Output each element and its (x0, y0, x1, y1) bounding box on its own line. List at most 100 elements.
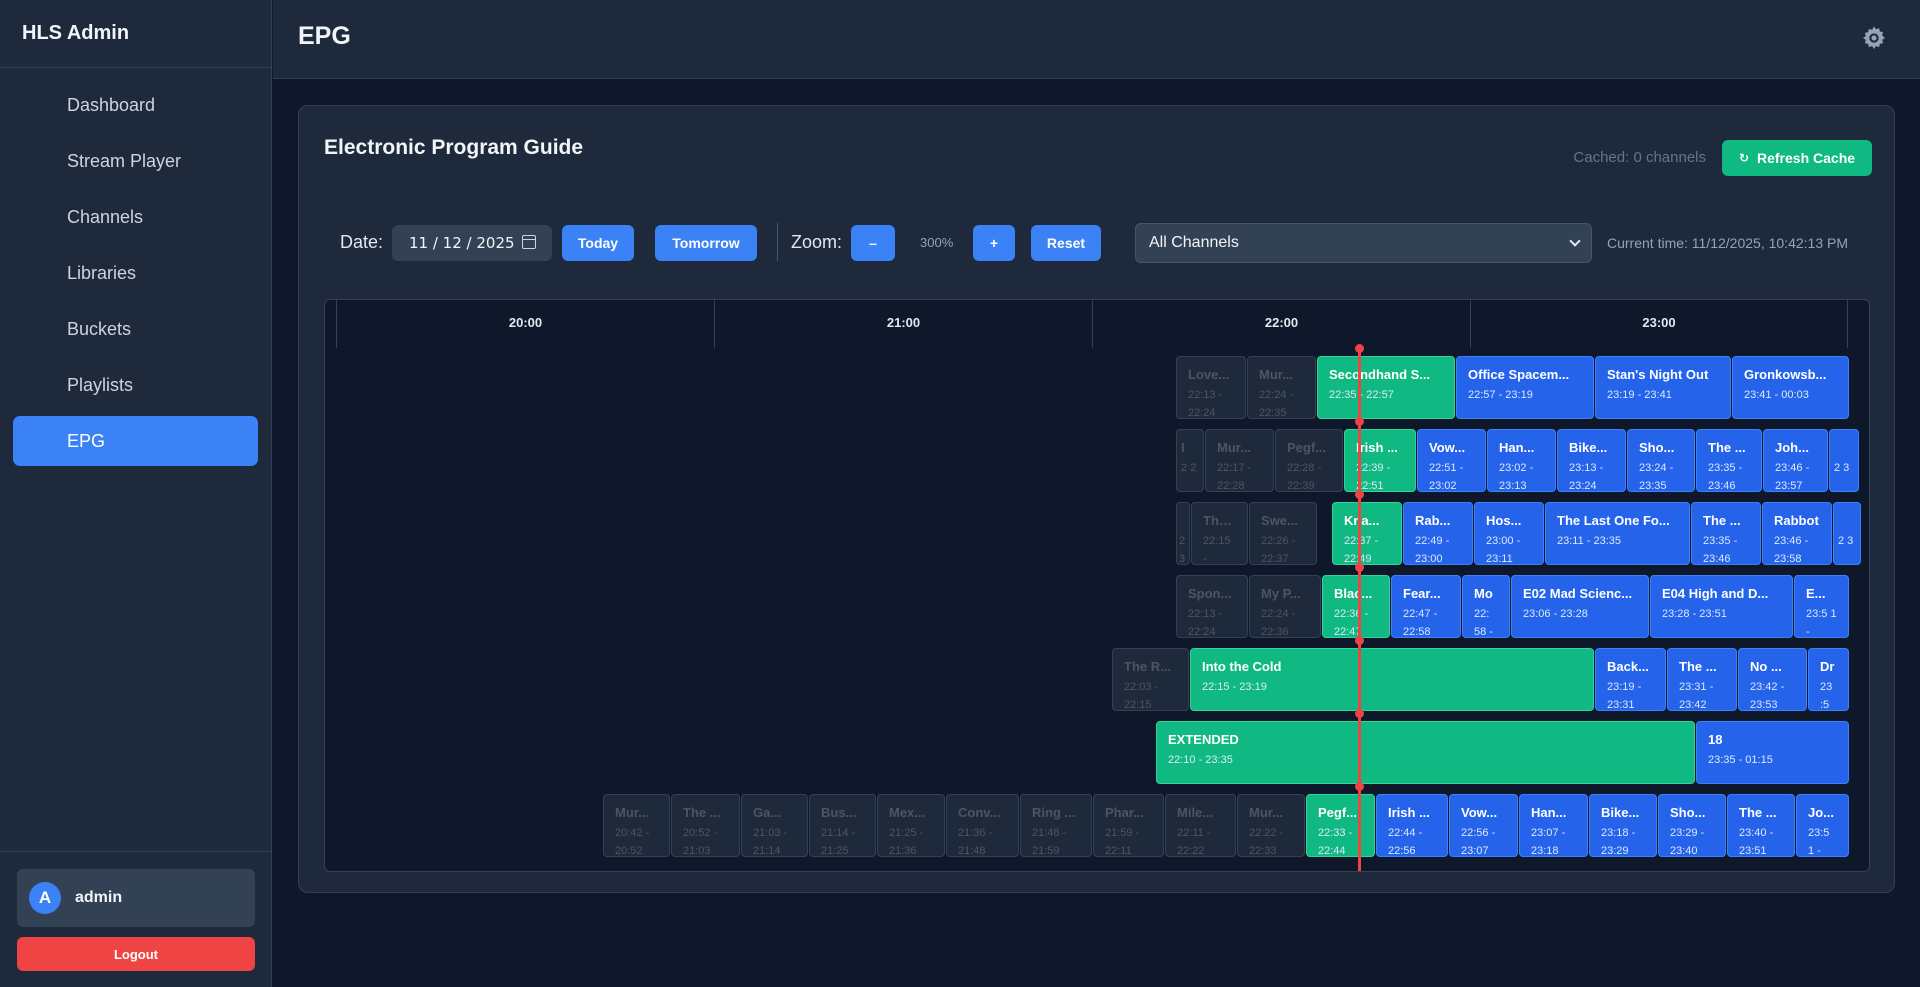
program-block[interactable]: Mur... 22:24 - 22:35 (1247, 356, 1316, 419)
program-block[interactable]: Fear... 22:47 - 22:58 (1391, 575, 1461, 638)
program-block[interactable]: Jo... 23:5 1 - (1796, 794, 1849, 857)
program-block[interactable]: 2 3 (1829, 429, 1859, 492)
current-time: Current time: 11/12/2025, 10:42:13 PM (1607, 235, 1848, 251)
program-block[interactable]: Mo 22: 58 - (1462, 575, 1510, 638)
program-block[interactable]: My P... 22:24 - 22:36 (1249, 575, 1321, 638)
program-block[interactable]: Sho... 23:24 - 23:35 (1627, 429, 1695, 492)
program-block[interactable]: 2 3 (1176, 502, 1190, 565)
program-block[interactable]: Mur... 22:22 - 22:33 (1237, 794, 1305, 857)
program-block[interactable]: Gronkowsb... 23:41 - 00:03 (1732, 356, 1849, 419)
program-block[interactable]: Stan's Night Out 23:19 - 23:41 (1595, 356, 1731, 419)
program-block[interactable]: Han... 23:02 - 23:13 (1487, 429, 1556, 492)
program-block[interactable]: Office Spacem... 22:57 - 23:19 (1456, 356, 1594, 419)
program-block[interactable]: The R... 22:03 - 22:15 (1112, 648, 1189, 711)
program-block[interactable]: Rab... 22:49 - 23:00 (1403, 502, 1473, 565)
program-block[interactable]: Into the Cold 22:15 - 23:19 (1190, 648, 1594, 711)
epg-controls: Date: 11 / 12 / 2025 Today Tomorrow Zoom… (299, 223, 1894, 263)
logout-button[interactable]: Logout (17, 937, 255, 971)
current-time-marker (1355, 344, 1364, 353)
zoom-label: Zoom: (791, 232, 843, 252)
program-block[interactable]: Love... 22:13 - 22:24 (1176, 356, 1246, 419)
chevron-down-icon (1569, 235, 1581, 247)
sidebar-item-playlists[interactable]: Playlists (13, 360, 258, 410)
sidebar-item-buckets[interactable]: Buckets (13, 304, 258, 354)
program-block[interactable]: Pegf... 22:33 - 22:44 (1306, 794, 1375, 857)
program-block[interactable]: Rabbot 23:46 - 23:58 (1762, 502, 1832, 565)
program-block[interactable]: Swe... 22:26 - 22:37 (1249, 502, 1317, 565)
program-block[interactable]: Phar... 21:59 - 22:11 (1093, 794, 1164, 857)
program-block[interactable]: Blac... 22:36 - 22:47 (1322, 575, 1390, 638)
date-input[interactable]: 11 / 12 / 2025 (392, 225, 552, 261)
program-block[interactable]: EXTENDED 22:10 - 23:35 (1156, 721, 1695, 784)
program-block[interactable]: Ring ... 21:48 - 21:59 (1020, 794, 1092, 857)
program-block[interactable]: Vow... 22:56 - 23:07 (1449, 794, 1518, 857)
current-time-marker (1355, 417, 1364, 426)
program-block[interactable]: Spon... 22:13 - 22:24 (1176, 575, 1248, 638)
user-panel: A admin Logout (0, 851, 272, 987)
sidebar-item-dashboard[interactable]: Dashboard (13, 80, 258, 130)
avatar: A (29, 882, 61, 914)
program-block[interactable]: Dr 23 :5 (1808, 648, 1849, 711)
hour-label: 21:00 (714, 300, 1092, 348)
program-block[interactable]: Sho... 23:29 - 23:40 (1658, 794, 1726, 857)
current-time-line (1358, 348, 1361, 871)
app-title: HLS Admin (0, 0, 271, 68)
program-block[interactable]: Pegf... 22:28 - 22:39 (1275, 429, 1343, 492)
program-block[interactable]: The ...22:15 - 22:26 (1191, 502, 1248, 565)
program-block[interactable]: No ... 23:42 - 23:53 (1738, 648, 1807, 711)
cache-status: Cached: 0 channels (1573, 149, 1706, 166)
gear-icon[interactable] (1860, 24, 1888, 52)
date-value: 11 / 12 / 2025 (409, 234, 515, 252)
program-block[interactable]: Bike... 23:13 - 23:24 (1557, 429, 1626, 492)
zoom-in-button[interactable]: + (973, 225, 1015, 261)
program-block[interactable]: Mile... 22:11 - 22:22 (1165, 794, 1236, 857)
channel-select-value: All Channels (1149, 234, 1239, 251)
card-title: Electronic Program Guide (324, 136, 584, 159)
program-block[interactable]: E04 High and D... 23:28 - 23:51 (1650, 575, 1793, 638)
program-block[interactable]: Secondhand S... 22:35 - 22:57 (1317, 356, 1455, 419)
program-block[interactable]: 2 3 (1833, 502, 1861, 565)
program-block[interactable]: The ... 23:31 - 23:42 (1667, 648, 1737, 711)
zoom-out-button[interactable]: – (851, 225, 895, 261)
program-block[interactable]: Back... 23:19 - 23:31 (1595, 648, 1666, 711)
program-block[interactable]: Conv... 21:36 - 21:48 (946, 794, 1019, 857)
user-card: A admin (17, 869, 255, 927)
sidebar-nav: Dashboard Stream Player Channels Librari… (0, 68, 271, 466)
program-block[interactable]: Vow... 22:51 - 23:02 (1417, 429, 1486, 492)
program-block[interactable]: The ... 23:35 - 23:46 (1691, 502, 1761, 565)
program-block[interactable]: Irish ... 22:39 - 22:51 (1344, 429, 1416, 492)
sidebar-item-libraries[interactable]: Libraries (13, 248, 258, 298)
hour-label: 23:00 (1470, 300, 1848, 348)
tomorrow-button[interactable]: Tomorrow (655, 225, 757, 261)
program-block[interactable]: The ... 23:40 - 23:51 (1727, 794, 1795, 857)
program-block[interactable]: Bike... 23:18 - 23:29 (1589, 794, 1657, 857)
channel-select[interactable]: All Channels (1135, 223, 1592, 263)
program-block[interactable]: 18 23:35 - 01:15 (1696, 721, 1849, 784)
program-block[interactable]: The ... 20:52 - 21:03 (671, 794, 740, 857)
program-block[interactable]: Han... 23:07 - 23:18 (1519, 794, 1588, 857)
sidebar-item-epg[interactable]: EPG (13, 416, 258, 466)
refresh-cache-label: Refresh Cache (1757, 150, 1856, 166)
program-block[interactable]: Irish ... 22:44 - 22:56 (1376, 794, 1448, 857)
sidebar-item-stream-player[interactable]: Stream Player (13, 136, 258, 186)
program-block[interactable]: Mex... 21:25 - 21:36 (877, 794, 945, 857)
program-block[interactable]: E... 23:5 1 - (1794, 575, 1849, 638)
epg-grid[interactable]: 20:00 21:00 22:00 23:00 Love... 22:13 - 2… (324, 299, 1870, 872)
program-block[interactable]: Ga... 21:03 - 21:14 (741, 794, 808, 857)
program-block[interactable]: The ... 23:35 - 23:46 (1696, 429, 1762, 492)
program-block[interactable]: The Last One Fo... 23:11 - 23:35 (1545, 502, 1690, 565)
program-block[interactable]: Mur... 20:42 - 20:52 (603, 794, 670, 857)
program-block[interactable]: Bus... 21:14 - 21:25 (809, 794, 876, 857)
calendar-icon[interactable] (522, 235, 536, 249)
program-block[interactable]: Joh... 23:46 - 23:57 (1763, 429, 1828, 492)
sidebar-item-channels[interactable]: Channels (13, 192, 258, 242)
program-block[interactable]: Kna...22:37 - 22:49 (1332, 502, 1402, 565)
user-name: admin (75, 889, 123, 906)
program-block[interactable]: Mur... 22:17 - 22:28 (1205, 429, 1274, 492)
today-button[interactable]: Today (562, 225, 634, 261)
program-block[interactable]: Hos... 23:00 - 23:11 (1474, 502, 1544, 565)
program-block[interactable]: E02 Mad Scienc... 23:06 - 23:28 (1511, 575, 1649, 638)
program-block[interactable]: I2 2 (1176, 429, 1204, 492)
reset-zoom-button[interactable]: Reset (1031, 225, 1101, 261)
refresh-cache-button[interactable]: ↻ Refresh Cache (1722, 140, 1872, 176)
